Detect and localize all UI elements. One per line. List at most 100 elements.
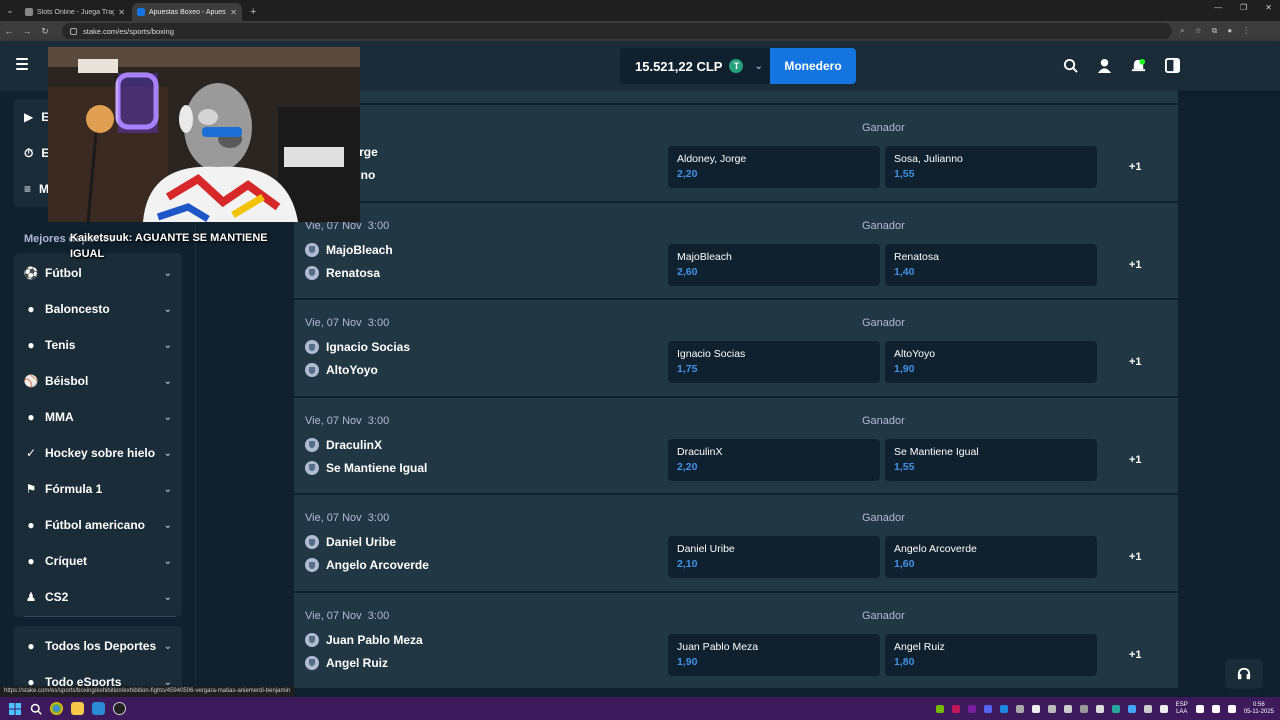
- sidebar-item-baloncesto[interactable]: ● Baloncesto ⌄: [14, 291, 182, 327]
- tray-app-icon[interactable]: [951, 704, 960, 713]
- sidebar-item-cs2[interactable]: ♟ CS2 ⌄: [14, 579, 182, 615]
- support-chat-button[interactable]: [1225, 659, 1263, 689]
- windows-start-icon[interactable]: [8, 702, 21, 715]
- wifi-icon[interactable]: [1195, 704, 1204, 713]
- new-tab-button[interactable]: +: [244, 3, 262, 21]
- forward-icon[interactable]: →: [18, 26, 36, 36]
- balance-selector[interactable]: 15.521,22 CLP T ⌄: [620, 48, 770, 84]
- maximize-icon[interactable]: ❐: [1240, 3, 1247, 12]
- odds-button[interactable]: AltoYoyo 1,90: [885, 341, 1097, 383]
- chevron-down-icon[interactable]: ⌄: [164, 641, 172, 652]
- tray-app-icon[interactable]: [1015, 704, 1024, 713]
- more-markets-button[interactable]: +1: [1129, 161, 1142, 173]
- sidebar-item-f-tbol-americano[interactable]: ● Fútbol americano ⌄: [14, 507, 182, 543]
- file-explorer-icon[interactable]: [71, 702, 84, 715]
- team-away[interactable]: Angel Ruiz: [305, 655, 388, 670]
- odds-button[interactable]: Angel Ruiz 1,80: [885, 633, 1097, 676]
- sidebar-item-f-rmula-1[interactable]: ⚑ Fórmula 1 ⌄: [14, 471, 182, 507]
- tray-app-icon[interactable]: [1095, 704, 1104, 713]
- input-language[interactable]: ESP LAA: [1176, 702, 1188, 716]
- tray-app-icon[interactable]: [983, 704, 992, 713]
- odds-button[interactable]: Renatosa 1,40: [885, 243, 1097, 286]
- team-home[interactable]: Juan Pablo Meza: [305, 632, 423, 647]
- odds-button[interactable]: Ignacio Socias 1,75: [668, 341, 880, 383]
- event-card[interactable]: Vie, 07 Nov 3:00 Ganador DraculinX Se Manti…: [294, 397, 1178, 495]
- tray-app-icon[interactable]: [1047, 704, 1056, 713]
- wallet-button[interactable]: Monedero: [770, 48, 856, 84]
- reload-icon[interactable]: ↻: [36, 26, 54, 37]
- chevron-down-icon[interactable]: ⌄: [164, 520, 172, 531]
- tray-app-icon[interactable]: [967, 704, 976, 713]
- tray-app-icon[interactable]: [1159, 704, 1168, 713]
- chevron-down-icon[interactable]: ⌄: [164, 340, 172, 351]
- sidebar-item-b-isbol[interactable]: ⚾ Béisbol ⌄: [14, 363, 182, 399]
- profile-icon[interactable]: ●: [1227, 26, 1232, 36]
- chrome-icon[interactable]: [50, 702, 63, 715]
- event-card[interactable]: 3:00Ganadorey, JorgeJuliannoAldoney, Jor…: [294, 105, 1178, 203]
- tray-app-icon[interactable]: [1143, 704, 1152, 713]
- odds-button[interactable]: Aldoney, Jorge 2,20: [668, 146, 880, 188]
- close-tab-icon[interactable]: ✕: [230, 8, 237, 17]
- bookmark-star-icon[interactable]: ☆: [1194, 26, 1201, 36]
- close-tab-icon[interactable]: ✕: [118, 8, 125, 17]
- more-markets-button[interactable]: +1: [1129, 649, 1142, 661]
- tray-app-icon[interactable]: [1031, 704, 1040, 713]
- battery-icon[interactable]: [1227, 704, 1236, 713]
- team-away[interactable]: Se Mantiene Igual: [305, 460, 427, 475]
- chevron-down-icon[interactable]: ⌄: [164, 376, 172, 387]
- sidebar-item-mma[interactable]: ● MMA ⌄: [14, 399, 182, 435]
- team-home[interactable]: DraculinX: [305, 437, 382, 452]
- team-home[interactable]: MajoBleach: [305, 242, 393, 257]
- event-card[interactable]: Vie, 07 Nov 3:00 Ganador MajoBleach Renatos…: [294, 202, 1178, 300]
- team-away[interactable]: Angelo Arcoverde: [305, 558, 429, 572]
- odds-button[interactable]: DraculinX 2,20: [668, 438, 880, 481]
- sidebar-item-todos-los-deportes[interactable]: ● Todos los Deportes ⌄: [14, 628, 182, 664]
- notifications-bell-icon[interactable]: [1130, 57, 1146, 73]
- tray-app-icon[interactable]: [1127, 704, 1136, 713]
- event-card[interactable]: Vie, 07 Nov 3:00 Ganador Ignacio Socias Alt…: [294, 300, 1178, 398]
- chevron-down-icon[interactable]: ⌄: [164, 592, 172, 603]
- sidebar-item-hockey-sobre-hielo[interactable]: ✓ Hockey sobre hielo ⌄: [14, 435, 182, 471]
- zoom-icon[interactable]: ⌕: [1180, 26, 1184, 36]
- browser-tab[interactable]: Slots Online - Juega Tragam ✕: [20, 3, 130, 21]
- team-home[interactable]: Ignacio Socias: [305, 340, 410, 354]
- team-away[interactable]: AltoYoyo: [305, 363, 378, 377]
- browser-menu-icon[interactable]: ⋮: [1242, 26, 1250, 36]
- chevron-down-icon[interactable]: ⌄: [164, 484, 172, 495]
- obs-icon[interactable]: [113, 702, 126, 715]
- extensions-icon[interactable]: ⧉: [1212, 26, 1218, 36]
- chevron-down-icon[interactable]: ⌄: [164, 268, 172, 279]
- user-icon[interactable]: [1096, 57, 1112, 73]
- betslip-panel-icon[interactable]: [1164, 57, 1180, 73]
- browser-tab-active[interactable]: Apuestas Boxeo - Apuesta en ✕: [132, 3, 242, 21]
- sidebar-item-cr-quet[interactable]: ● Críquet ⌄: [14, 543, 182, 579]
- site-info-icon[interactable]: [70, 27, 77, 35]
- close-window-icon[interactable]: ✕: [1265, 3, 1272, 12]
- tray-app-icon[interactable]: [1063, 704, 1072, 713]
- event-card[interactable]: Vie, 07 Nov 3:00 Ganador Juan Pablo Meza An…: [294, 592, 1178, 690]
- odds-button[interactable]: Juan Pablo Meza 1,90: [668, 633, 880, 676]
- more-markets-button[interactable]: +1: [1129, 259, 1142, 271]
- chevron-down-icon[interactable]: ⌄: [164, 448, 172, 459]
- search-icon[interactable]: [1062, 57, 1078, 73]
- sidebar-item-tenis[interactable]: ● Tenis ⌄: [14, 327, 182, 363]
- menu-toggle-icon[interactable]: [16, 58, 28, 70]
- odds-button[interactable]: Angelo Arcoverde 1,60: [885, 536, 1097, 578]
- tray-app-icon[interactable]: [1111, 704, 1120, 713]
- more-markets-button[interactable]: +1: [1129, 551, 1142, 563]
- odds-button[interactable]: MajoBleach 2,60: [668, 243, 880, 286]
- minimize-icon[interactable]: —: [1214, 3, 1222, 12]
- tab-search-button[interactable]: ⌄: [0, 0, 20, 21]
- store-icon[interactable]: [92, 702, 105, 715]
- odds-button[interactable]: Daniel Uribe 2,10: [668, 536, 880, 578]
- system-clock[interactable]: 0:56 05-11-2025: [1244, 702, 1274, 716]
- volume-icon[interactable]: [1211, 704, 1220, 713]
- more-markets-button[interactable]: +1: [1129, 356, 1142, 368]
- odds-button[interactable]: Se Mantiene Igual 1,55: [885, 438, 1097, 481]
- team-home[interactable]: Daniel Uribe: [305, 535, 396, 549]
- chevron-down-icon[interactable]: ⌄: [164, 304, 172, 315]
- team-away[interactable]: Renatosa: [305, 265, 380, 280]
- tray-app-icon[interactable]: [1079, 704, 1088, 713]
- more-markets-button[interactable]: +1: [1129, 454, 1142, 466]
- chevron-down-icon[interactable]: ⌄: [164, 412, 172, 423]
